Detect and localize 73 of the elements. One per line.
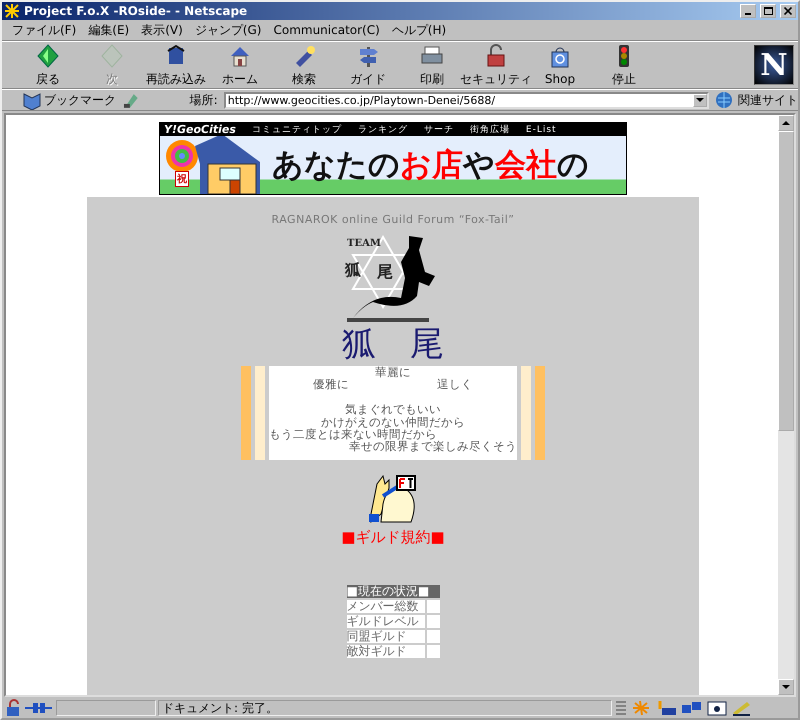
nav-link[interactable]: E-List	[526, 124, 557, 134]
caret-icon	[696, 98, 704, 102]
guild-title: 狐 尾	[342, 324, 444, 364]
poem-line: 幸せの限界まで楽しみ尽くそう	[349, 440, 517, 453]
starburst-icon	[630, 699, 652, 717]
poem-line: 気まぐれでもいい	[345, 403, 441, 416]
ad-headline: あなたのお店や会社の	[272, 146, 589, 185]
minimize-icon	[745, 13, 751, 15]
poem-line: 優雅に	[313, 378, 349, 391]
forward-arrow-icon	[100, 42, 124, 68]
table-cell: 同盟ギルド	[346, 630, 424, 643]
menu-item[interactable]: 表示(V)	[135, 22, 189, 38]
advertisement-banner[interactable]: 祝 あなたのお店や会社の	[160, 136, 626, 194]
netscape-logo: N	[754, 45, 794, 85]
nav-link[interactable]: ランキング	[358, 123, 408, 136]
toolbar-button[interactable]: 再読み込み	[144, 42, 208, 88]
logo-text: 尾	[377, 262, 393, 283]
scroll-up-button[interactable]	[778, 115, 794, 131]
sign-text: 祝	[175, 171, 189, 187]
nav-link[interactable]: サーチ	[424, 123, 454, 136]
dropdown-button[interactable]	[693, 94, 707, 106]
window-title: Project F.o.X -ROside- - Netscape	[24, 4, 248, 18]
close-icon	[784, 7, 792, 15]
table-cell: 敵対ギルド	[346, 645, 424, 658]
table-cell: メンバー総数	[346, 600, 424, 613]
poem-line: 逞しく	[437, 378, 473, 391]
logo-text: TEAM	[347, 238, 381, 249]
table-cell	[426, 645, 440, 658]
poem-line: かけがえのない仲間だから	[321, 416, 465, 428]
menu-item[interactable]: Communicator(C)	[267, 23, 386, 37]
site-logo: Y!GeoCities	[164, 123, 236, 136]
related-sites-button[interactable]: 関連サイト	[715, 90, 798, 110]
scrollbar-track[interactable]	[778, 115, 794, 695]
nav-link[interactable]: 街角広場	[470, 123, 510, 136]
up-arrow-icon	[782, 120, 790, 126]
logo-text: 狐	[345, 260, 361, 281]
table-cell	[426, 630, 440, 643]
list-icon	[614, 699, 628, 717]
menu-item[interactable]: ジャンプ(G)	[188, 22, 268, 38]
forum-subtitle: RAGNAROK online Guild Forum “Fox-Tail”	[272, 213, 514, 226]
nav-link[interactable]: コミュニティトップ	[252, 123, 342, 136]
down-arrow-icon	[782, 684, 790, 690]
menu-item[interactable]: 編集(E)	[82, 22, 136, 38]
menu-item[interactable]: ファイル(F)	[6, 22, 82, 38]
table-header: ■現在の状況■	[346, 585, 440, 598]
mascot-drawing	[367, 474, 419, 524]
table-cell	[426, 600, 440, 613]
toolbar-button[interactable]: ホーム	[208, 42, 272, 88]
globe-icon	[715, 90, 735, 110]
toolbar-button[interactable]: 戻る	[16, 42, 80, 88]
starburst-icon	[4, 3, 20, 19]
toolbar-button[interactable]: ガイド	[336, 42, 400, 88]
status-text: ドキュメント: 完了。	[158, 700, 612, 716]
scrollbar-thumb[interactable]	[778, 131, 794, 431]
poem-line: もう二度とは来ない時間だから	[269, 428, 437, 440]
maximize-icon	[764, 7, 772, 15]
toolbar-button[interactable]: 検索	[272, 42, 336, 88]
back-arrow-icon	[36, 42, 60, 68]
padlock-icon	[4, 699, 22, 717]
url-field[interactable]: http://www.geocities.co.jp/Playtown-Denei/5688/	[224, 92, 709, 108]
bookmarks-button[interactable]: ブックマーク	[22, 90, 116, 110]
table-cell	[426, 615, 440, 628]
minimize-button[interactable]	[740, 4, 756, 18]
poem-line: 華麗に	[375, 366, 411, 378]
maximize-button[interactable]	[760, 4, 776, 18]
menu-item[interactable]: ヘルプ(H)	[386, 22, 452, 38]
location-label: 場所:	[190, 92, 218, 108]
scroll-down-button[interactable]	[778, 679, 794, 695]
close-button[interactable]	[780, 4, 796, 18]
address-card-icon	[706, 699, 728, 717]
toolbar-button[interactable]: 停止	[592, 42, 656, 88]
toolbar-button[interactable]: Shop	[528, 44, 592, 86]
table-cell: ギルドレベル	[346, 615, 424, 628]
